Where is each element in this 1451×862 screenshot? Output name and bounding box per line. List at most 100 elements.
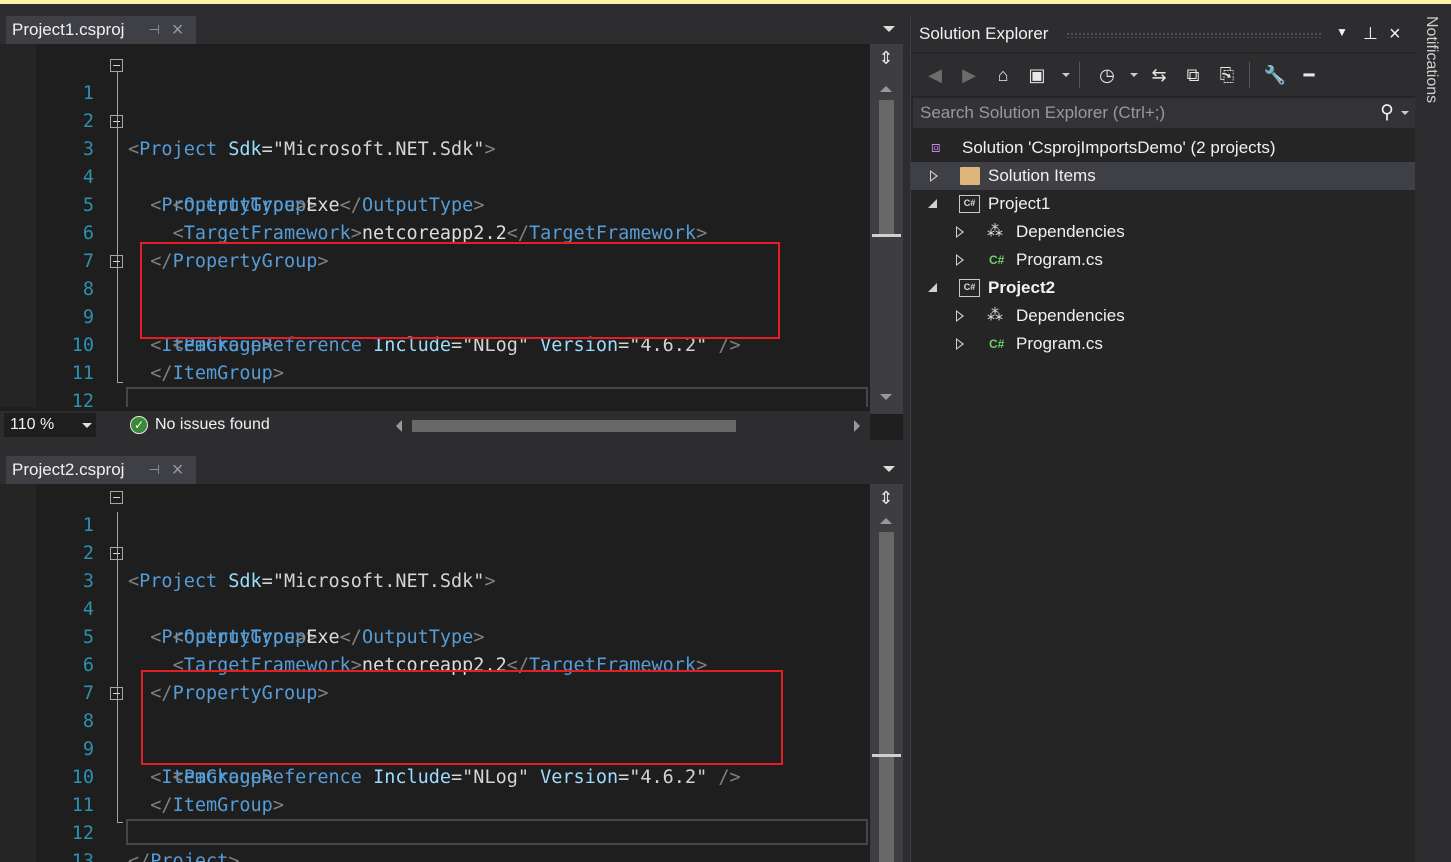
tree-item-program-cs[interactable]: C# Program.cs (911, 330, 1416, 358)
code-line: 4 <OutputType>Exe</OutputType> (82, 599, 485, 648)
scroll-right-icon[interactable] (854, 420, 860, 432)
close-icon[interactable]: × (172, 20, 184, 40)
zoom-dropdown[interactable]: 110 % (4, 413, 96, 437)
preview-icon[interactable]: ━ (1297, 63, 1321, 87)
tree-item-project1[interactable]: C# Project1 (911, 190, 1416, 218)
code-line: 5 <TargetFramework>netcoreapp2.2</Target… (82, 627, 708, 676)
solution-icon: ⧈ (931, 139, 941, 156)
caret-position-marker (872, 754, 901, 757)
vertical-scrollbar[interactable]: ⇕ (870, 44, 903, 414)
tree-item-solution[interactable]: ⧈ Solution 'CsprojImportsDemo' (2 projec… (911, 134, 1416, 162)
code-line: 6 </PropertyGroup> (82, 223, 329, 272)
collapse-icon[interactable] (110, 491, 123, 504)
tab-dropdown-icon[interactable] (883, 466, 895, 472)
code-line: 12 </Project> (71, 823, 240, 862)
collapse-icon[interactable] (110, 59, 123, 72)
caret-position-marker (872, 234, 901, 237)
chevron-down-icon[interactable]: ▼ (1336, 14, 1348, 50)
code-editor[interactable]: 1 <Project Sdk="Microsoft.NET.Sdk"> 2 3 … (0, 484, 870, 862)
solution-explorer-panel: Solution Explorer ▼ ⊥ × ◀ ▶ ⌂ ▣ ◷ ⇆ ⧉ ⎘ … (910, 16, 1416, 862)
back-icon[interactable]: ◀ (923, 63, 947, 87)
tree-item-label: Program.cs (1016, 334, 1103, 353)
dependencies-icon: ⁂ (987, 223, 1003, 240)
toolbar-separator (1079, 62, 1080, 88)
tree-item-label: Project2 (988, 278, 1056, 297)
panel-title: Solution Explorer (919, 24, 1049, 43)
code-line: 2 (82, 111, 94, 132)
tree-item-program-cs[interactable]: C# Program.cs (911, 246, 1416, 274)
chevron-down-icon[interactable] (1130, 73, 1138, 77)
collapse-icon[interactable] (110, 547, 123, 560)
expand-icon[interactable] (956, 338, 964, 350)
tree-item-dependencies[interactable]: ⁂ Dependencies (911, 302, 1416, 330)
collapse-icon[interactable] (928, 199, 937, 208)
search-icon[interactable]: ⚲ (1380, 98, 1394, 128)
search-placeholder: Search Solution Explorer (Ctrl+;) (920, 103, 1166, 122)
home-icon[interactable]: ⌂ (991, 63, 1015, 87)
pin-icon[interactable]: ⊣ (148, 22, 159, 38)
code-line: 5 <TargetFramework>netcoreapp2.2</Target… (82, 195, 708, 244)
pin-icon[interactable]: ⊣ (148, 462, 159, 478)
tab-project1-csproj[interactable]: Project1.csproj ⊣ × (6, 16, 196, 44)
sync-icon[interactable]: ⇆ (1147, 63, 1171, 87)
tab-project2-csproj[interactable]: Project2.csproj ⊣ × (6, 456, 196, 484)
collapse-icon[interactable] (110, 687, 123, 700)
scroll-left-icon[interactable] (396, 420, 402, 432)
forward-icon[interactable]: ▶ (957, 63, 981, 87)
vertical-scrollbar[interactable]: ⇕ (870, 484, 903, 862)
editor-pane-project1: Project1.csproj ⊣ × 1 <Project Sdk="Micr… (0, 4, 903, 440)
tree-item-label: Solution 'CsprojImportsDemo' (2 projects… (962, 138, 1276, 157)
drag-grip[interactable] (1066, 32, 1321, 38)
tree-item-label: Program.cs (1016, 250, 1103, 269)
close-icon[interactable]: × (172, 460, 184, 480)
csharp-file-icon: C# (989, 337, 1005, 351)
scroll-up-icon[interactable] (880, 86, 892, 92)
notifications-tab[interactable]: Notifications (1422, 16, 1440, 103)
horizontal-scrollbar[interactable] (392, 417, 864, 433)
code-line: 13 (71, 851, 94, 862)
show-all-files-icon[interactable]: ⎘ (1215, 63, 1239, 87)
csharp-project-icon: C# (959, 279, 980, 297)
tree-item-project2[interactable]: C# Project2 (911, 274, 1416, 302)
code-editor[interactable]: 1 <Project Sdk="Microsoft.NET.Sdk"> 2 3 … (0, 44, 870, 407)
tree-item-solution-items[interactable]: Solution Items (911, 162, 1416, 190)
properties-wrench-icon[interactable]: 🔧 (1263, 63, 1287, 87)
close-icon[interactable]: × (1389, 16, 1401, 52)
chevron-down-icon[interactable] (1401, 111, 1409, 115)
pending-changes-filter-icon[interactable]: ◷ (1095, 63, 1119, 87)
collapse-icon[interactable] (110, 115, 123, 128)
scroll-down-icon[interactable] (880, 394, 892, 400)
expand-icon[interactable] (956, 310, 964, 322)
chevron-down-icon[interactable] (1062, 73, 1070, 77)
code-line: 3 <PropertyGroup> (0, 108, 870, 216)
csharp-file-icon: C# (989, 253, 1005, 267)
scroll-thumb[interactable] (879, 100, 894, 236)
code-line: 3 <PropertyGroup> (0, 540, 870, 648)
expand-icon[interactable] (956, 226, 964, 238)
expand-icon[interactable] (956, 254, 964, 266)
collapse-icon[interactable] (928, 283, 937, 292)
collapse-all-icon[interactable]: ⧉ (1181, 63, 1205, 87)
code-line: 6 </PropertyGroup> (82, 655, 329, 704)
dependencies-icon: ⁂ (987, 307, 1003, 324)
scroll-up-icon[interactable] (880, 518, 892, 524)
code-line: 1 <Project Sdk="Microsoft.NET.Sdk"> (0, 484, 870, 592)
horizontal-scroll-thumb[interactable] (412, 420, 736, 432)
expand-icon[interactable] (930, 170, 938, 182)
tab-title: Project1.csproj (12, 20, 125, 39)
tab-strip: Project1.csproj ⊣ × (0, 4, 903, 44)
code-line: 12 </Project> (71, 391, 94, 407)
pin-icon[interactable]: ⊥ (1363, 16, 1378, 52)
solution-search-input[interactable]: Search Solution Explorer (Ctrl+;) ⚲ (913, 98, 1416, 128)
tree-item-dependencies[interactable]: ⁂ Dependencies (911, 218, 1416, 246)
tab-dropdown-icon[interactable] (883, 26, 895, 32)
solution-explorer-titlebar: Solution Explorer ▼ ⊥ × (911, 16, 1416, 52)
collapse-icon[interactable] (110, 255, 123, 268)
split-window-icon[interactable]: ⇕ (876, 48, 896, 72)
switch-views-icon[interactable]: ▣ (1025, 63, 1049, 87)
split-window-icon[interactable]: ⇕ (876, 488, 896, 512)
code-line: 1 <Project Sdk="Microsoft.NET.Sdk"> (0, 52, 870, 160)
scroll-thumb[interactable] (879, 532, 894, 862)
tree-item-label: Solution Items (988, 166, 1096, 185)
issues-indicator[interactable]: ✓ No issues found (130, 414, 270, 436)
